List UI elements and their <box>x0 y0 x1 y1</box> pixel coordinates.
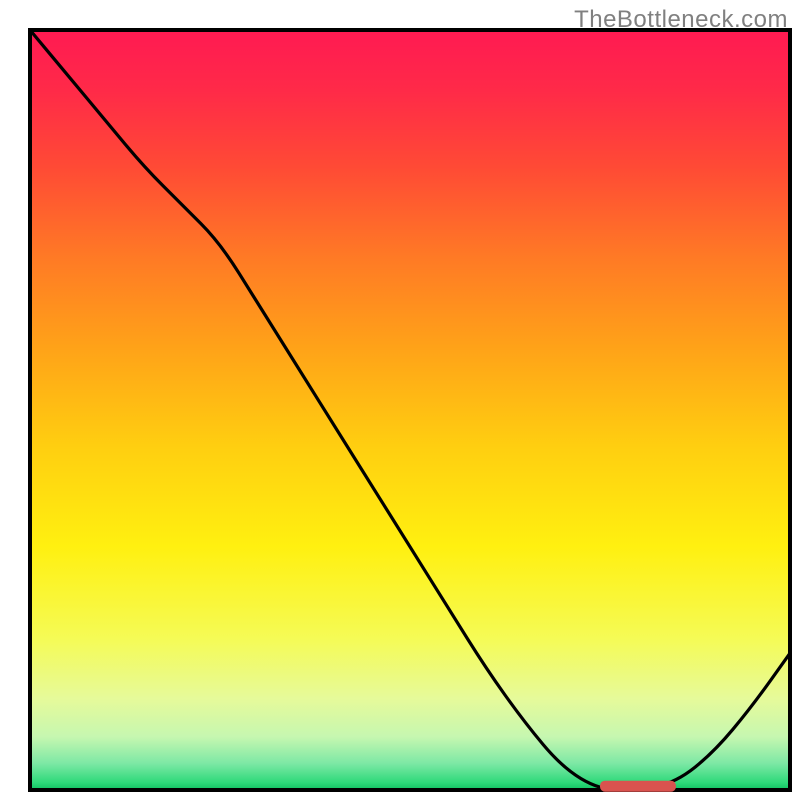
optimal-marker <box>600 781 676 792</box>
bottleneck-chart: TheBottleneck.com <box>0 0 800 800</box>
plot-background <box>30 30 790 790</box>
watermark-text: TheBottleneck.com <box>574 6 788 34</box>
chart-svg <box>0 0 800 800</box>
